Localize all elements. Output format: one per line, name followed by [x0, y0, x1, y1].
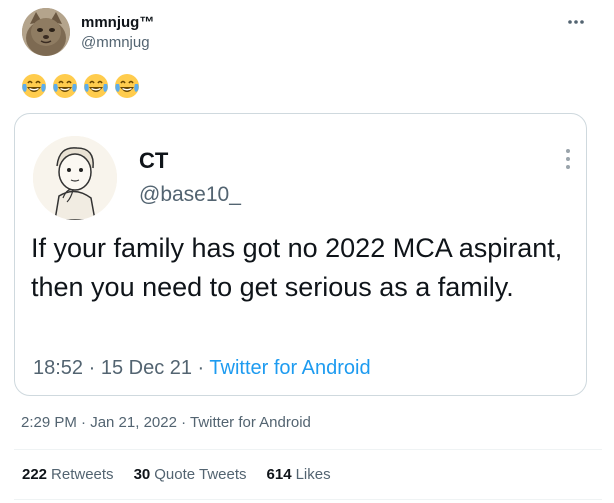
sketch-face-avatar-image [33, 136, 117, 220]
author-avatar[interactable] [22, 8, 70, 56]
face-with-tears-of-joy-icon [53, 74, 77, 98]
tweet-timestamp[interactable]: 2:29 PM · Jan 21, 2022 · Twitter for And… [21, 414, 311, 431]
quote-tweets-count: 30 [133, 466, 151, 483]
retweets-stat[interactable]: 222 Retweets [22, 466, 114, 483]
likes-count: 614 [266, 466, 292, 483]
quote-tweets-stat[interactable]: 30 Quote Tweets [134, 466, 247, 483]
more-vertical-icon [566, 149, 570, 169]
likes-label: Likes [295, 466, 331, 483]
author-handle[interactable]: @mmnjug [81, 34, 150, 51]
divider [14, 449, 602, 450]
quoted-author-name[interactable]: CT [139, 148, 168, 174]
quoted-tweet-source-link[interactable]: Twitter for Android [209, 357, 370, 379]
face-with-tears-of-joy-icon [22, 74, 46, 98]
retweets-label: Retweets [51, 466, 114, 483]
tweet-stats: 222 Retweets 30 Quote Tweets 614 Likes [22, 466, 351, 483]
quoted-tweet-time: 18:52 · 15 Dec 21 · [33, 357, 210, 379]
quoted-tweet-card[interactable]: CT @base10_ If your family has got no 20… [14, 113, 587, 396]
face-with-tears-of-joy-icon [84, 74, 108, 98]
likes-stat[interactable]: 614 Likes [267, 466, 331, 483]
author-name[interactable]: mmnjug™ [81, 14, 154, 31]
divider [14, 499, 602, 500]
retweets-count: 222 [22, 466, 48, 483]
more-horizontal-icon [568, 20, 584, 24]
quoted-author-avatar[interactable] [33, 136, 117, 220]
tweet-text [20, 72, 141, 102]
face-with-tears-of-joy-icon [115, 74, 139, 98]
quoted-more-button[interactable] [561, 146, 575, 172]
quote-tweets-label: Quote Tweets [154, 466, 247, 483]
quoted-author-handle[interactable]: @base10_ [139, 183, 241, 207]
more-options-button[interactable] [564, 10, 588, 34]
quoted-tweet-text: If your family has got no 2022 MCA aspir… [31, 233, 563, 302]
quoted-tweet-meta: 18:52 · 15 Dec 21 · Twitter for Android [33, 357, 371, 380]
cat-avatar-image [22, 8, 70, 56]
